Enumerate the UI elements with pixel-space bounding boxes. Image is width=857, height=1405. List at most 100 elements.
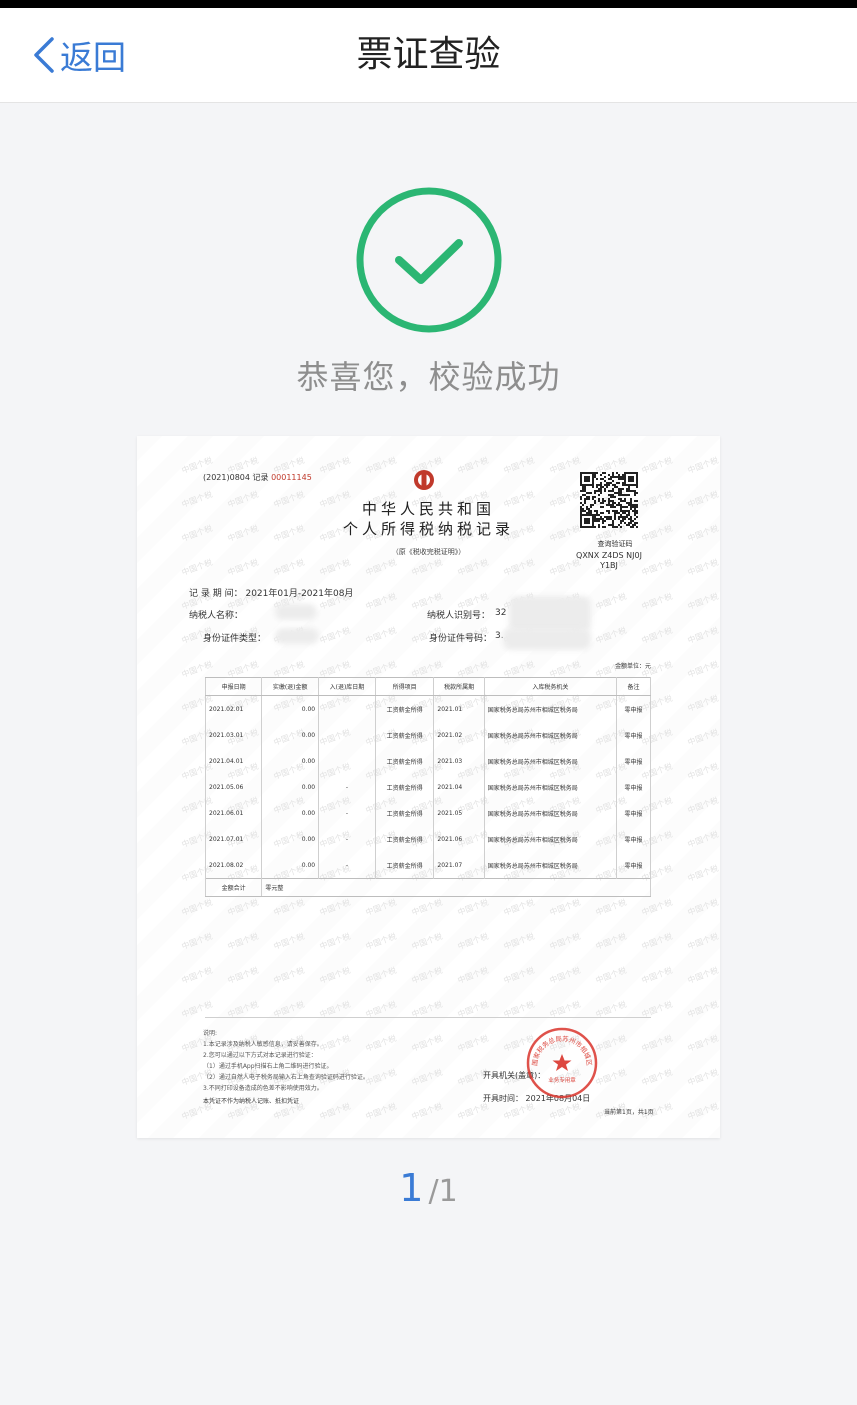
watermark-text: 中国个税 [456, 1101, 490, 1122]
record-period: 记 录 期 间： 2021年01月-2021年08月 [189, 586, 353, 599]
table-cell-period: 2021.06 [433, 826, 485, 852]
watermark-text: 中国个税 [548, 965, 582, 986]
table-row: 2021.04.01 0.00 工资薪金所得 2021.03 国家税务总局苏州市相城区税… [204, 748, 652, 774]
watermark-text: 中国个税 [410, 1101, 444, 1122]
watermark-text: 中国个税 [594, 1067, 628, 1088]
watermark-text: 中国个税 [686, 829, 720, 850]
watermark-text: 中国个税 [686, 761, 720, 782]
record-prefix: (2021)0804 记录 [203, 473, 269, 482]
watermark-text: 中国个税 [502, 897, 536, 918]
watermark-text: 中国个税 [456, 931, 490, 952]
table-cell-date: 2021.07.01 [204, 826, 263, 852]
table-header-cell: 备注 [615, 677, 652, 696]
watermark-text: 中国个税 [686, 557, 720, 578]
table-cell-item: 工资薪金所得 [374, 695, 435, 722]
table-cell-amount: 0.00 [261, 852, 320, 879]
watermark-text: 中国个税 [594, 931, 628, 952]
official-seal-icon: 国家税务总局苏州市相城区税务局 业务专用章 [525, 1026, 598, 1099]
watermark-text: 中国个税 [502, 455, 536, 476]
watermark-text: 中国个税 [502, 965, 536, 986]
table-cell-period: 2021.02 [433, 722, 485, 748]
redacted-name [275, 604, 317, 620]
table-cell-date: 2021.08.02 [204, 852, 263, 879]
qr-label: 查询验证码 [597, 540, 633, 548]
table-cell-note: 零申报 [615, 695, 652, 722]
id-type-label: 身份证件类型： [203, 634, 267, 644]
table-cell-stock-date: - [318, 852, 376, 879]
watermark-text: 中国个税 [686, 999, 720, 1020]
divider [205, 1017, 651, 1018]
table-header-cell: 所得项目 [374, 677, 435, 696]
watermark-text: 中国个税 [686, 1101, 720, 1122]
table-header-cell: 税款所属期 [433, 677, 485, 696]
watermark-text: 中国个税 [318, 557, 352, 578]
status-bar [0, 0, 857, 8]
watermark-text: 中国个税 [502, 931, 536, 952]
watermark-text: 中国个税 [686, 591, 720, 612]
watermark-text: 中国个税 [364, 1067, 398, 1088]
watermark-text: 中国个税 [640, 1033, 674, 1054]
watermark-text: 中国个税 [226, 557, 260, 578]
watermark-text: 中国个税 [640, 1067, 674, 1088]
table-cell-note: 零申报 [615, 826, 652, 852]
table-cell-amount: 0.00 [261, 800, 320, 826]
table-cell-stock-date [318, 748, 376, 774]
table-body: 2021.02.01 0.00 工资薪金所得 2021.01 国家税务总局苏州市相城区税… [204, 695, 652, 897]
current-page: 1 [399, 1166, 424, 1210]
watermark-text: 中国个税 [686, 965, 720, 986]
watermark-text: 中国个税 [272, 965, 306, 986]
watermark-text: 中国个税 [594, 591, 628, 612]
watermark-text: 中国个税 [594, 1033, 628, 1054]
footer-note: 本凭证不作为纳税人记账、抵扣凭证 [203, 1098, 300, 1105]
id-number-label: 身份证件号码： [429, 634, 493, 644]
watermark-text: 中国个税 [410, 1067, 444, 1088]
table-cell-stock-date: - [318, 774, 376, 800]
success-message: 恭喜您，校验成功 [296, 358, 561, 396]
watermark-text: 中国个税 [226, 965, 260, 986]
qr-code-icon [580, 472, 638, 528]
watermark-text: 中国个税 [180, 931, 214, 952]
check-circle-icon [356, 187, 502, 333]
watermark-text: 中国个税 [272, 931, 306, 952]
watermark-text: 中国个税 [180, 897, 214, 918]
watermark-text: 中国个税 [686, 1033, 720, 1054]
table-cell-date: 2021.04.01 [204, 748, 263, 774]
note-line: 1.本记录涉及纳税人敏感信息，请妥善保存。 [203, 1041, 323, 1048]
table-header-cell: 实缴(退)金额 [261, 677, 320, 696]
table-cell-note: 零申报 [615, 774, 652, 800]
total-pages: /1 [428, 1174, 458, 1209]
table-header-cell: 入(退)库日期 [318, 677, 376, 696]
watermark-text: 中国个税 [548, 897, 582, 918]
table-cell-note: 零申报 [615, 852, 652, 879]
watermark-text: 中国个税 [548, 1101, 582, 1122]
watermark-text: 中国个税 [318, 455, 352, 476]
watermark-text: 中国个税 [364, 591, 398, 612]
table-cell-office: 国家税务总局苏州市相城区税务局 [483, 826, 617, 852]
watermark-text: 中国个税 [686, 625, 720, 646]
watermark-text: 中国个税 [272, 557, 306, 578]
seal-sub-text: 业务专用章 [548, 1076, 576, 1084]
watermark-text: 中国个税 [686, 795, 720, 816]
taxpayer-id-partial: 32 [495, 608, 507, 618]
watermark-text: 中国个税 [686, 455, 720, 476]
watermark-text: 中国个税 [364, 557, 398, 578]
table-cell-stock-date [318, 695, 376, 722]
table-cell-date: 2021.02.01 [204, 695, 263, 722]
table-cell-office: 国家税务总局苏州市相城区税务局 [483, 722, 617, 748]
unit-note: 金额单位：元 [615, 663, 652, 670]
watermark-text: 中国个税 [226, 931, 260, 952]
table-cell-period: 2021.04 [433, 774, 485, 800]
table-cell-item: 工资薪金所得 [374, 826, 435, 852]
watermark-text: 中国个税 [318, 897, 352, 918]
tax-record-document[interactable]: 中国个税 中国个税 中国个税 中国个税 中国个税 中国个税 中国个税 中国个税 中国个税 中国个税… [137, 436, 720, 1138]
table-cell-item: 工资薪金所得 [374, 800, 435, 826]
redacted-id-number [503, 628, 591, 650]
note-line: （1）通过手机App扫描右上角二维码进行验证。 [203, 1063, 333, 1070]
watermark-text: 中国个税 [548, 455, 582, 476]
table-cell-office: 国家税务总局苏州市相城区税务局 [483, 748, 617, 774]
watermark-text: 中国个税 [594, 625, 628, 646]
watermark-text: 中国个税 [640, 965, 674, 986]
tax-emblem-icon [414, 470, 434, 490]
taxpayer-id-label: 纳税人识别号： [427, 611, 491, 621]
watermark-text: 中国个税 [502, 1101, 536, 1122]
